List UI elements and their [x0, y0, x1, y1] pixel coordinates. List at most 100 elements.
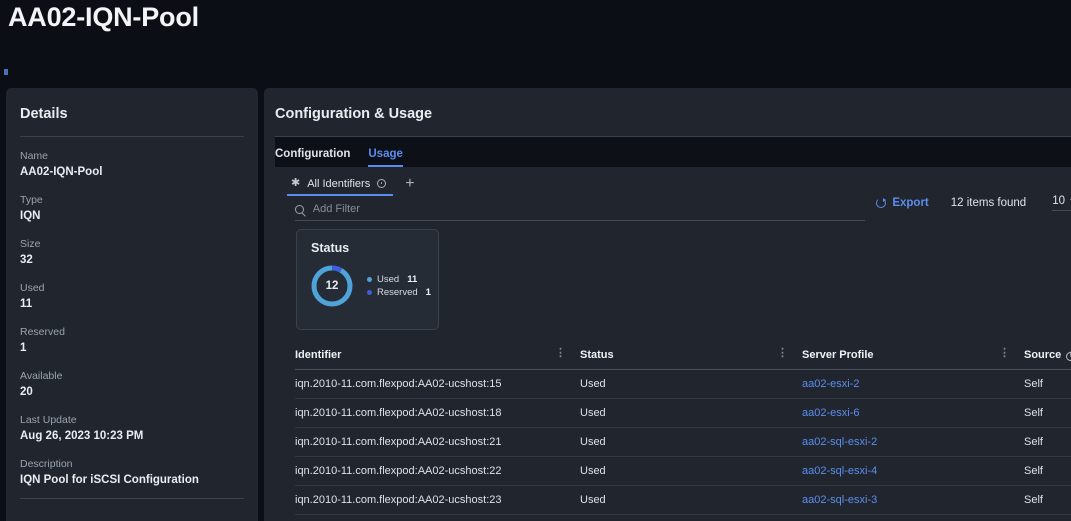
cell-identifier: iqn.2010-11.com.flexpod:AA02-ucshost:24 — [295, 514, 580, 521]
export-refresh-icon — [876, 198, 887, 208]
search-icon — [295, 204, 304, 214]
status-card: Status 12 Used 11 Reserved 1 — [296, 229, 439, 330]
details-field: Name AA02-IQN-Pool — [6, 137, 258, 181]
details-panel: Details Name AA02-IQN-Pool Type IQN Size 32 Us… — [6, 88, 258, 521]
details-field-label: Reserved — [20, 326, 65, 338]
legend-value-reserved: 1 — [425, 287, 431, 298]
tab-usage[interactable]: Usage — [368, 148, 403, 167]
identifiers-table: Identifier ⋮ Status ⋮ Server Profile ⋮ S… — [295, 345, 1071, 521]
cell-identifier: iqn.2010-11.com.flexpod:AA02-ucshost:21 — [295, 427, 580, 457]
status-card-title: Status — [311, 241, 350, 255]
legend-value-used: 11 — [407, 274, 418, 285]
configuration-usage-panel: Configuration & Usage Configuration Usag… — [264, 88, 1071, 521]
column-header-status[interactable]: Status ⋮ — [580, 345, 802, 370]
export-button[interactable]: Export — [876, 197, 929, 209]
cell-server-profile[interactable]: aa02-sql-esxi-4 — [802, 456, 1024, 486]
cell-status: Used — [580, 456, 802, 486]
legend-item-used: Used 11 — [367, 274, 431, 285]
cell-server-profile[interactable]: aa02-sql-esxi-1 — [802, 514, 1024, 521]
cell-identifier: iqn.2010-11.com.flexpod:AA02-ucshost:18 — [295, 398, 580, 428]
table-row[interactable]: iqn.2010-11.com.flexpod:AA02-ucshost:18 U… — [295, 398, 1071, 428]
table-row[interactable]: iqn.2010-11.com.flexpod:AA02-ucshost:23 U… — [295, 485, 1071, 515]
cell-source: Self — [1024, 398, 1071, 428]
status-donut-chart: 12 — [309, 263, 355, 309]
details-field: Used 11 — [6, 269, 258, 313]
cell-source: Self — [1024, 514, 1071, 521]
cell-server-profile[interactable]: aa02-sql-esxi-3 — [802, 485, 1024, 515]
details-field-value: 20 — [20, 386, 33, 398]
details-field-label: Description — [20, 458, 73, 470]
details-field-value: 32 — [20, 254, 33, 266]
cell-status: Used — [580, 514, 802, 521]
cell-source: Self — [1024, 369, 1071, 399]
details-field: Description IQN Pool for iSCSI Configurat… — [6, 445, 258, 489]
cell-identifier: iqn.2010-11.com.flexpod:AA02-ucshost:15 — [295, 369, 580, 399]
cell-server-profile[interactable]: aa02-sql-esxi-2 — [802, 427, 1024, 457]
table-toolbar: Export 12 items found 10 — [876, 195, 1071, 211]
column-header-server-profile[interactable]: Server Profile ⋮ — [802, 345, 1024, 370]
tab-strip: Configuration Usage — [275, 137, 1071, 167]
tab-configuration[interactable]: Configuration — [275, 148, 350, 167]
details-field-value: IQN Pool for iSCSI Configuration — [20, 474, 199, 486]
legend-label-reserved: Reserved — [377, 287, 418, 298]
cell-status: Used — [580, 485, 802, 515]
legend-dot-used — [367, 277, 372, 282]
details-field-value: Aug 26, 2023 10:23 PM — [20, 430, 144, 442]
cell-source: Self — [1024, 485, 1071, 515]
legend-dot-reserved — [367, 290, 372, 295]
column-menu-icon-identifier[interactable]: ⋮ — [555, 347, 566, 359]
details-field: Last Update Aug 26, 2023 10:23 PM — [6, 401, 258, 445]
main-heading: Configuration & Usage — [275, 106, 433, 122]
filter-search-row — [295, 203, 865, 221]
cell-server-profile[interactable]: aa02-esxi-2 — [802, 369, 1024, 399]
table-row[interactable]: iqn.2010-11.com.flexpod:AA02-ucshost:15 U… — [295, 369, 1071, 399]
details-field-label: Last Update — [20, 414, 77, 426]
table-header-row: Identifier ⋮ Status ⋮ Server Profile ⋮ S… — [295, 345, 1071, 370]
asterisk-icon: ✱ — [291, 177, 301, 189]
details-field-label: Used — [20, 282, 45, 294]
table-head: Identifier ⋮ Status ⋮ Server Profile ⋮ S… — [295, 345, 1071, 370]
column-header-identifier[interactable]: Identifier ⋮ — [295, 345, 580, 370]
gear-icon[interactable] — [377, 179, 387, 188]
decorative-dot — [4, 69, 8, 75]
page-size-value: 10 — [1052, 195, 1065, 207]
page-title: AA02-IQN-Pool — [8, 2, 199, 32]
info-icon[interactable] — [1066, 350, 1071, 361]
page-size-select[interactable]: 10 — [1052, 195, 1071, 211]
add-filter-tab-button[interactable]: + — [405, 176, 414, 197]
export-label: Export — [892, 197, 929, 209]
table-row[interactable]: iqn.2010-11.com.flexpod:AA02-ucshost:22 U… — [295, 456, 1071, 486]
cell-source: Self — [1024, 427, 1071, 457]
cell-server-profile[interactable]: aa02-esxi-6 — [802, 398, 1024, 428]
filter-tab-label: All Identifiers — [307, 177, 371, 190]
items-found-count: 12 items found — [950, 197, 1027, 209]
legend-label-used: Used — [377, 274, 400, 285]
column-header-source[interactable]: Source — [1024, 345, 1071, 370]
filter-tab-all-identifiers[interactable]: ✱ All Identifiers — [287, 177, 394, 196]
cell-identifier: iqn.2010-11.com.flexpod:AA02-ucshost:23 — [295, 485, 580, 515]
details-footer-divider — [20, 498, 244, 499]
filter-tab-row: ✱ All Identifiers + — [264, 167, 1071, 197]
column-menu-icon-status[interactable]: ⋮ — [777, 347, 788, 359]
cell-status: Used — [580, 427, 802, 457]
details-field: Available 20 — [6, 357, 258, 401]
identifiers-table-wrap: Identifier ⋮ Status ⋮ Server Profile ⋮ S… — [295, 345, 1071, 521]
details-heading: Details — [20, 106, 68, 122]
details-field-list: Name AA02-IQN-Pool Type IQN Size 32 Used 11 Rese… — [6, 137, 258, 489]
search-input[interactable] — [312, 203, 865, 215]
column-label-status: Status — [580, 349, 614, 361]
details-field: Type IQN — [6, 181, 258, 225]
column-menu-icon-server-profile[interactable]: ⋮ — [999, 347, 1010, 359]
cell-source: Self — [1024, 456, 1071, 486]
status-legend: Used 11 Reserved 1 — [367, 274, 431, 298]
table-row[interactable]: iqn.2010-11.com.flexpod:AA02-ucshost:24U… — [295, 514, 1071, 521]
table-row[interactable]: iqn.2010-11.com.flexpod:AA02-ucshost:21 U… — [295, 427, 1071, 457]
page-root: AA02-IQN-Pool Details Name AA02-IQN-Pool T… — [0, 0, 1071, 521]
column-label-source: Source — [1024, 349, 1062, 361]
details-field: Reserved 1 — [6, 313, 258, 357]
details-field-label: Name — [20, 150, 49, 162]
donut-center-value: 12 — [325, 280, 339, 292]
details-field-label: Type — [20, 194, 43, 206]
column-label-identifier: Identifier — [295, 349, 342, 361]
cell-status: Used — [580, 369, 802, 399]
